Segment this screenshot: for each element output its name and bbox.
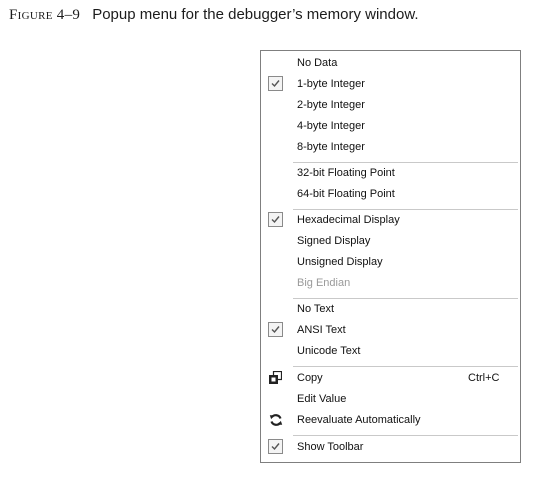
checkmark-icon (268, 322, 283, 337)
menu-item-no-data[interactable]: No Data (261, 54, 520, 75)
menu-separator (293, 209, 518, 210)
menu-item-show-toolbar[interactable]: Show Toolbar (261, 438, 520, 459)
menu-item-label: No Text (297, 303, 335, 315)
menu-item-ansi-text[interactable]: ANSI Text (261, 321, 520, 342)
menu-item-label: Unsigned Display (297, 256, 383, 268)
menu-item-4-byte-integer[interactable]: 4-byte Integer (261, 117, 520, 138)
menu-item-reevaluate-automatically[interactable]: Reevaluate Automatically (261, 411, 520, 432)
menu-item-hexadecimal-display[interactable]: Hexadecimal Display (261, 211, 520, 232)
copy-icon (269, 370, 283, 389)
menu-item-2-byte-integer[interactable]: 2-byte Integer (261, 96, 520, 117)
menu-separator (293, 435, 518, 436)
menu-item-no-text[interactable]: No Text (261, 300, 520, 321)
shortcut-hint: Ctrl+C (468, 372, 500, 384)
menu-item-label: 32-bit Floating Point (297, 167, 395, 179)
refresh-icon (269, 413, 283, 432)
figure-caption: Figure 4–9 Popup menu for the debugger’s … (9, 6, 419, 24)
menu-separator (293, 366, 518, 367)
menu-item-copy[interactable]: Copy Ctrl+C (261, 369, 520, 390)
checkmark-icon (268, 76, 283, 91)
figure-label: Figure 4–9 (9, 7, 81, 23)
menu-item-32-bit-floating-point[interactable]: 32-bit Floating Point (261, 164, 520, 185)
checkmark-icon (268, 439, 283, 454)
memory-window-popup-menu: No Data 1-byte Integer 2-byte Integer 4-… (260, 50, 521, 463)
checkmark-icon (268, 212, 283, 227)
menu-item-label: Edit Value (297, 393, 347, 405)
menu-item-unicode-text[interactable]: Unicode Text (261, 342, 520, 363)
menu-item-label: Hexadecimal Display (297, 214, 400, 226)
menu-item-big-endian: Big Endian (261, 274, 520, 295)
menu-item-label: Unicode Text (297, 345, 361, 357)
menu-item-label: Copy (297, 372, 323, 384)
menu-item-label: Reevaluate Automatically (297, 414, 421, 426)
menu-item-label: 2-byte Integer (297, 99, 365, 111)
menu-item-signed-display[interactable]: Signed Display (261, 232, 520, 253)
menu-item-label: 1-byte Integer (297, 78, 365, 90)
menu-item-edit-value[interactable]: Edit Value (261, 390, 520, 411)
menu-item-label: Signed Display (297, 235, 371, 247)
menu-item-label: Big Endian (297, 277, 351, 289)
menu-separator (293, 298, 518, 299)
menu-item-label: 64-bit Floating Point (297, 188, 395, 200)
menu-item-label: 8-byte Integer (297, 141, 365, 153)
menu-item-unsigned-display[interactable]: Unsigned Display (261, 253, 520, 274)
figure-caption-text: Popup menu for the debugger’s memory win… (92, 6, 419, 23)
menu-item-1-byte-integer[interactable]: 1-byte Integer (261, 75, 520, 96)
menu-separator (293, 162, 518, 163)
menu-item-label: 4-byte Integer (297, 120, 365, 132)
menu-item-label: Show Toolbar (297, 441, 364, 453)
menu-item-label: ANSI Text (297, 324, 346, 336)
menu-item-64-bit-floating-point[interactable]: 64-bit Floating Point (261, 185, 520, 206)
menu-item-8-byte-integer[interactable]: 8-byte Integer (261, 138, 520, 159)
menu-item-label: No Data (297, 57, 338, 69)
